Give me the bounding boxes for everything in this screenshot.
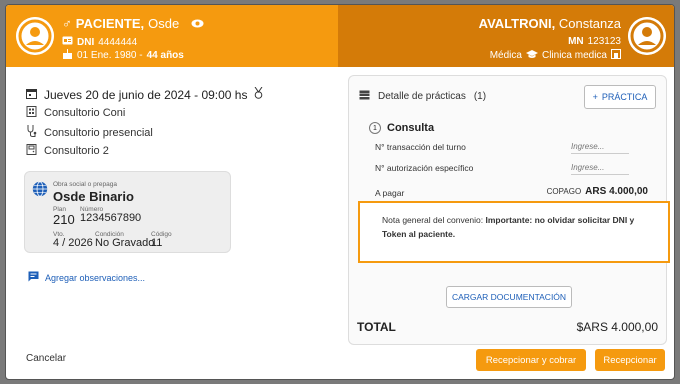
appointment-mode: Consultorio presencial bbox=[44, 126, 153, 139]
practice-name: Consulta bbox=[387, 122, 435, 134]
patient-name-row: ♂ PACIENTE, Osde bbox=[62, 16, 204, 31]
add-practice-button[interactable]: + PRÁCTICA bbox=[584, 85, 656, 109]
doctor-surname: AVALTRONI, bbox=[478, 16, 556, 31]
code-value: 11 bbox=[151, 237, 163, 249]
agreement-note: Nota general del convenio: Importante: n… bbox=[358, 201, 670, 263]
total-label: TOTAL bbox=[357, 320, 396, 334]
condition-value: No Gravado bbox=[95, 237, 155, 249]
patient-age: 44 años bbox=[146, 50, 184, 61]
patient-dni-row: DNI 4444444 bbox=[62, 36, 137, 48]
license-label: MN bbox=[568, 36, 584, 47]
dialog-header: ♂ PACIENTE, Osde DNI 4444444 01 Ene. 198… bbox=[6, 5, 674, 67]
license-value: 123123 bbox=[587, 36, 621, 47]
user-icon bbox=[628, 17, 666, 55]
stethoscope-icon bbox=[26, 125, 37, 140]
birth-date: 01 Ene. 1980 - bbox=[77, 50, 143, 61]
add-observations-label: Agregar observaciones... bbox=[45, 272, 146, 283]
patient-insurer: Osde bbox=[148, 16, 180, 31]
copay-row: COPAGO ARS 4.000,00 bbox=[547, 186, 648, 197]
add-observations-link[interactable]: Agregar observaciones... bbox=[28, 271, 145, 284]
office-name: Consultorio Coni bbox=[44, 107, 126, 119]
doctor-clinic: Clinica medica bbox=[541, 50, 607, 61]
note-prefix: Nota general del convenio: bbox=[382, 215, 484, 225]
male-icon: ♂ bbox=[62, 16, 72, 31]
expiry-value: 4 / 2026 bbox=[53, 237, 93, 249]
doctor-avatar bbox=[628, 17, 666, 55]
graduation-cap-icon bbox=[525, 49, 538, 62]
patient-name: PACIENTE, bbox=[75, 16, 145, 31]
eye-icon[interactable] bbox=[191, 16, 204, 31]
copay-label: COPAGO bbox=[546, 187, 582, 196]
doctor-role-row: Médica Clinica medica bbox=[490, 49, 621, 62]
doctor-header: AVALTRONI, Constanza MN 123123 Médica Cl… bbox=[338, 5, 674, 67]
to-pay-label: A pagar bbox=[375, 188, 405, 198]
dni-value: 4444444 bbox=[98, 36, 138, 48]
insurer-name: Osde Binario bbox=[53, 189, 134, 204]
appointment-datetime: Jueves 20 de junio de 2024 - 09:00 hs bbox=[44, 87, 248, 102]
practice-number: 1 bbox=[369, 122, 381, 134]
user-icon bbox=[16, 17, 54, 55]
copay-amount: ARS 4.000,00 bbox=[585, 186, 648, 197]
dni-label: DNI bbox=[77, 36, 95, 48]
room-name: Consultorio 2 bbox=[44, 145, 109, 157]
receive-and-charge-button[interactable]: Recepcionar y cobrar bbox=[476, 349, 586, 371]
authorization-input[interactable] bbox=[571, 161, 629, 175]
patient-avatar bbox=[16, 17, 54, 55]
reception-dialog: ♂ PACIENTE, Osde DNI 4444444 01 Ene. 198… bbox=[5, 4, 675, 380]
globe-icon bbox=[32, 181, 48, 202]
doctor-first-name: Constanza bbox=[558, 16, 621, 31]
appointment-datetime-row: Jueves 20 de junio de 2024 - 09:00 hs bbox=[26, 86, 263, 102]
cake-icon bbox=[62, 49, 73, 62]
office-row: Consultorio Coni bbox=[26, 106, 125, 120]
practices-title-row: Detalle de prácticas (1) bbox=[359, 90, 486, 103]
add-practice-label: PRÁCTICA bbox=[601, 92, 648, 102]
practices-title: Detalle de prácticas bbox=[378, 91, 466, 102]
practices-count: (1) bbox=[473, 91, 487, 102]
building-icon bbox=[26, 106, 37, 120]
comment-icon bbox=[28, 271, 39, 284]
transaction-input[interactable] bbox=[571, 140, 629, 154]
member-number: 1234567890 bbox=[80, 212, 142, 224]
id-card-icon bbox=[62, 36, 73, 48]
patient-birth-row: 01 Ene. 1980 - 44 años bbox=[62, 49, 184, 62]
authorization-label: N° autorización específico bbox=[375, 163, 474, 173]
mode-row: Consultorio presencial bbox=[26, 125, 153, 140]
plus-icon: + bbox=[592, 92, 598, 102]
insurance-card: Obra social o prepaga Osde Binario Plan … bbox=[24, 171, 231, 253]
room-row: Consultorio 2 bbox=[26, 144, 109, 158]
doctor-role: Médica bbox=[489, 50, 522, 61]
calendar-icon bbox=[26, 88, 37, 102]
building-icon bbox=[611, 49, 621, 62]
door-icon bbox=[26, 144, 37, 158]
plan-value: 210 bbox=[53, 212, 75, 227]
practices-panel: Detalle de prácticas (1) + PRÁCTICA 1 Co… bbox=[348, 75, 670, 345]
total-value: $ARS 4.000,00 bbox=[576, 320, 658, 334]
doctor-name: AVALTRONI, Constanza bbox=[479, 16, 621, 31]
upload-documents-button[interactable]: CARGAR DOCUMENTACIÓN bbox=[446, 286, 572, 308]
insurer-caption: Obra social o prepaga bbox=[53, 181, 117, 188]
transaction-label: N° transacción del turno bbox=[375, 142, 466, 152]
patient-header: ♂ PACIENTE, Osde DNI 4444444 01 Ene. 198… bbox=[6, 5, 338, 67]
layers-icon bbox=[359, 90, 370, 103]
cancel-button[interactable]: Cancelar bbox=[26, 353, 66, 364]
practice-item-header: 1 Consulta bbox=[369, 122, 434, 134]
medal-icon bbox=[254, 86, 263, 102]
doctor-license-row: MN 123123 bbox=[568, 36, 621, 47]
receive-button[interactable]: Recepcionar bbox=[595, 349, 665, 371]
